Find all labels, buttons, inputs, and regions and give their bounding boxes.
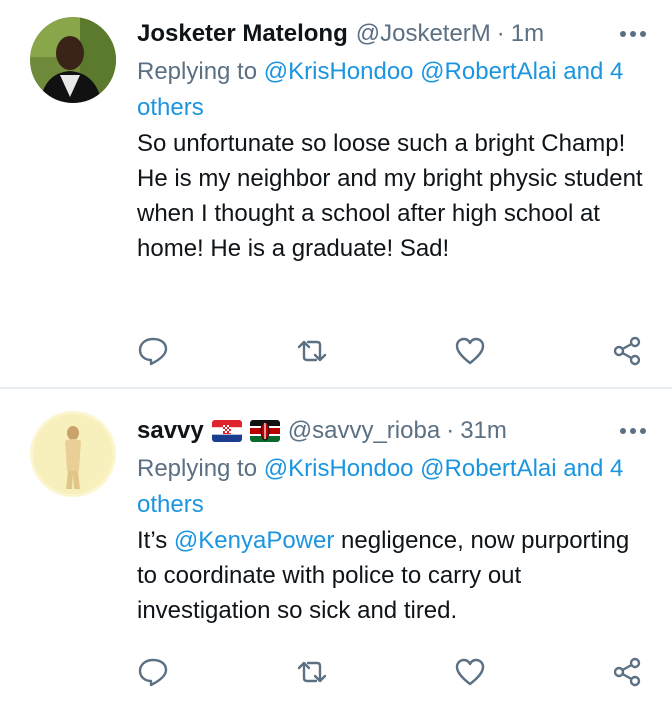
croatia-flag — [211, 420, 242, 442]
more-icon[interactable] — [616, 20, 650, 48]
avatar[interactable] — [30, 17, 116, 103]
timestamp[interactable]: 31m — [460, 417, 507, 445]
user-handle[interactable]: @JosketerM — [356, 20, 491, 48]
separator: · — [496, 20, 505, 47]
tweet-actions — [137, 652, 641, 692]
replying-to-label: Replying to — [137, 455, 258, 482]
reply-icon[interactable] — [133, 652, 173, 692]
body-mention[interactable]: @KenyaPower — [174, 527, 334, 554]
tweet-actions — [137, 331, 641, 371]
tweet-text: So unfortunate so loose such a bright Ch… — [137, 130, 643, 262]
retweet-icon[interactable] — [292, 331, 332, 371]
separator: · — [446, 417, 455, 444]
kenya-flag — [249, 420, 280, 442]
user-handle[interactable]: @savvy_rioba — [288, 417, 440, 445]
reply-mentions[interactable]: @KrisHondoo @RobertAlai and — [264, 58, 604, 85]
like-icon[interactable] — [450, 331, 490, 371]
tweet-content: Josketer Matelong @JosketerM · 1m Replyi… — [137, 14, 650, 266]
tweet-content: savvy @savvy_rioba · 31m Replying to @Kr… — [137, 411, 650, 628]
tweet-text: It’s @KenyaPower negligence, now purport… — [137, 523, 650, 628]
tweet-header: Josketer Matelong @JosketerM · 1m — [137, 14, 650, 54]
display-name[interactable]: Josketer Matelong — [137, 20, 348, 48]
tweet[interactable]: Josketer Matelong @JosketerM · 1m Replyi… — [0, 0, 672, 387]
tweet[interactable]: savvy @savvy_rioba · 31m Replying to @Kr… — [0, 389, 672, 709]
tweet-header: savvy @savvy_rioba · 31m — [137, 411, 650, 451]
replying-to: Replying to @KrisHondoo @RobertAlai and … — [137, 54, 650, 126]
avatar[interactable] — [30, 411, 116, 497]
reply-mentions[interactable]: @KrisHondoo @RobertAlai and — [264, 455, 604, 482]
share-icon[interactable] — [607, 331, 647, 371]
replying-to-label: Replying to — [137, 58, 258, 85]
display-name[interactable]: savvy — [137, 417, 204, 445]
tweet-text-start: It’s — [137, 527, 174, 554]
like-icon[interactable] — [450, 652, 490, 692]
more-icon[interactable] — [616, 417, 650, 445]
replying-to: Replying to @KrisHondoo @RobertAlai and … — [137, 451, 650, 523]
retweet-icon[interactable] — [292, 652, 332, 692]
share-icon[interactable] — [607, 652, 647, 692]
reply-icon[interactable] — [133, 331, 173, 371]
timestamp[interactable]: 1m — [511, 20, 544, 48]
